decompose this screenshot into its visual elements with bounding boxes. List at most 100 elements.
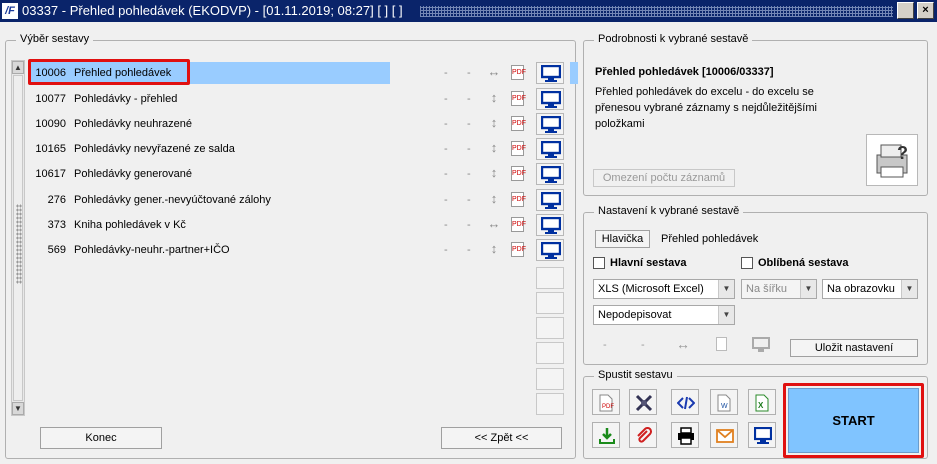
scroll-down-icon[interactable]: ▼ (12, 402, 24, 415)
chevron-down-icon[interactable]: ▼ (901, 280, 917, 298)
report-name: Kniha pohledávek v Kč (74, 219, 186, 231)
monitor-icon (541, 217, 561, 234)
report-number: 10090 (35, 118, 66, 130)
monitor-icon (541, 141, 561, 158)
main-report-checkbox[interactable] (593, 257, 605, 269)
word-export-button[interactable]: W (710, 389, 738, 415)
pdf-file-icon: PDF (511, 65, 526, 80)
orientation-arrow-icon: ↕ (490, 90, 498, 105)
row-dash: - (444, 67, 448, 79)
window-close-button[interactable]: × (917, 2, 934, 19)
save-settings-button[interactable]: Uložit nastavení (790, 339, 918, 357)
excel-file-icon (716, 337, 727, 351)
report-name: Pohledávky generované (74, 168, 193, 180)
scroll-grip (16, 204, 22, 284)
report-row[interactable]: 373 Kniha pohledávek v Kč - - ↔ PDF (30, 214, 570, 236)
row-screen-output-button[interactable] (536, 163, 564, 185)
row-dash: - (467, 118, 471, 130)
output-select[interactable]: Na obrazovku ▼ (822, 279, 918, 299)
row-dash: - (467, 143, 471, 155)
report-row[interactable]: 10090 Pohledávky neuhrazené - - ↕ PDF (30, 113, 570, 135)
empty-slot-button[interactable] (536, 267, 564, 289)
row-screen-output-button[interactable] (536, 62, 564, 84)
details-legend: Podrobnosti k vybrané sestavě (594, 33, 753, 45)
empty-slot-button[interactable] (536, 368, 564, 390)
pdf-file-icon: PDF (511, 192, 526, 207)
empty-slot-button[interactable] (536, 292, 564, 314)
report-number: 10077 (35, 93, 66, 105)
favorite-report-label: Oblíbená sestava (758, 257, 849, 269)
orientation-arrow-icon: ↔ (487, 64, 501, 79)
report-row[interactable]: 10617 Pohledávky generované - - ↕ PDF (30, 163, 570, 185)
report-row[interactable]: 10165 Pohledávky nevyřazené ze salda - - ↕ PD… (30, 138, 570, 160)
orientation-arrow-icon: ↕ (490, 115, 498, 130)
html-export-button[interactable] (671, 389, 699, 415)
report-row[interactable]: 10077 Pohledávky - přehled - - ↕ PDF (30, 88, 570, 110)
chevron-down-icon[interactable]: ▼ (718, 306, 734, 324)
empty-slot-button[interactable] (536, 317, 564, 339)
report-number: 569 (47, 244, 66, 256)
row-dash: - (444, 194, 448, 206)
window-button-a[interactable] (897, 2, 914, 19)
printer-icon (678, 427, 694, 445)
chevron-down-icon[interactable]: ▼ (800, 280, 816, 298)
empty-slot-button[interactable] (536, 342, 564, 364)
excel-export-button[interactable]: X (748, 389, 776, 415)
report-name: Pohledávky neuhrazené (74, 118, 193, 130)
header-button[interactable]: Hlavička (595, 230, 650, 248)
scroll-up-icon[interactable]: ▲ (12, 61, 24, 74)
sign-select[interactable]: Nepodepisovat ▼ (593, 305, 735, 325)
report-row[interactable]: 569 Pohledávky-neuhr.-partner+IČO - - ↕ PDF (30, 239, 570, 261)
report-list-scrollbar[interactable]: ▲ ▼ (11, 60, 25, 416)
konec-button[interactable]: Konec (40, 427, 162, 449)
report-name: Pohledávky - přehled (74, 93, 178, 105)
report-select-legend: Výběr sestavy (16, 33, 94, 45)
row-dash: - (444, 168, 448, 180)
row-dash: - (467, 67, 471, 79)
report-number: 276 (47, 194, 66, 206)
orientation-select[interactable]: Na šířku ▼ (741, 279, 817, 299)
report-detail-description: Přehled pohledávek do excelu - do excelu… (595, 86, 817, 130)
row-screen-output-button[interactable] (536, 138, 564, 160)
row-screen-output-button[interactable] (536, 113, 564, 135)
report-name: Pohledávky-neuhr.-partner+IČO (74, 244, 230, 256)
download-button[interactable] (592, 422, 620, 448)
screen-output-button[interactable] (748, 422, 776, 448)
pdf-file-icon: PDF (511, 116, 526, 131)
limit-records-button[interactable]: Omezení počtu záznamů (593, 169, 735, 187)
orientation-arrow-icon: ↕ (490, 165, 498, 180)
monitor-icon (541, 91, 561, 108)
favorite-report-checkbox[interactable] (741, 257, 753, 269)
pdf-export-button[interactable]: PDF (592, 389, 620, 415)
zpet-button[interactable]: << Zpět << (441, 427, 562, 449)
email-button[interactable] (710, 422, 738, 448)
format-select[interactable]: XLS (Microsoft Excel) ▼ (593, 279, 735, 299)
main-report-label: Hlavní sestava (610, 257, 687, 269)
orientation-arrow-icon: ↕ (490, 191, 498, 206)
scroll-thumb[interactable] (13, 75, 23, 401)
horizontal-arrow-icon: ↔ (676, 336, 690, 352)
row-dash: - (467, 219, 471, 231)
row-screen-output-button[interactable] (536, 189, 564, 211)
attachment-button[interactable] (629, 422, 657, 448)
row-dash: - (467, 93, 471, 105)
monitor-icon (541, 166, 561, 183)
crossed-tools-button[interactable] (629, 389, 657, 415)
settings-dash: - (641, 339, 645, 351)
highlight-start-button (783, 383, 924, 458)
empty-slot-button[interactable] (536, 393, 564, 415)
row-screen-output-button[interactable] (536, 239, 564, 261)
row-screen-output-button[interactable] (536, 214, 564, 236)
report-row[interactable]: 276 Pohledávky gener.-nevyúčtované zálohy… (30, 189, 570, 211)
svg-text:PDF: PDF (602, 404, 614, 410)
report-name: Pohledávky gener.-nevyúčtované zálohy (74, 194, 271, 206)
printer-help-icon[interactable]: ? (866, 134, 918, 186)
output-select-value: Na obrazovku (827, 283, 895, 295)
row-screen-output-button[interactable] (536, 88, 564, 110)
chevron-down-icon[interactable]: ▼ (718, 280, 734, 298)
report-detail-title: Přehled pohledávek [10006/03337] (595, 66, 774, 78)
print-button[interactable] (671, 422, 699, 448)
run-legend: Spustit sestavu (594, 369, 677, 381)
tools-icon (635, 394, 653, 412)
orientation-arrow-icon: ↕ (490, 241, 498, 256)
